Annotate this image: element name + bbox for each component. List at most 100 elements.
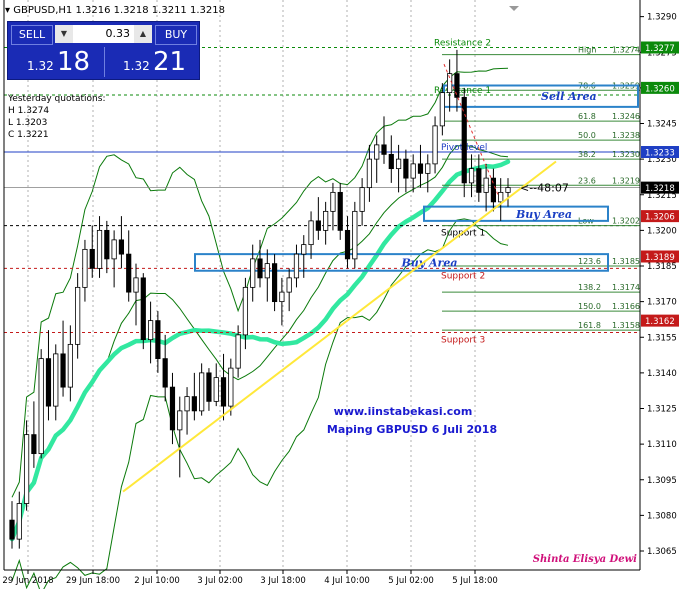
candle-body [147, 320, 154, 341]
fib-ratio-label: High [578, 46, 596, 55]
y-tick-label: 1.3140 [647, 369, 677, 379]
y-tick-label: 1.3170 [647, 298, 677, 308]
author-signature: Shinta Elisya Dewi [533, 554, 637, 565]
y-tick-label: 1.3185 [647, 262, 677, 272]
fib-price-label: 1.3158 [612, 321, 640, 330]
pivot-label: Resistance 2 [434, 39, 491, 49]
sell-button[interactable]: SELL [11, 25, 53, 45]
candle-body [220, 377, 227, 407]
buy-price[interactable]: 1.32 21 [104, 47, 199, 77]
candle-body [439, 92, 445, 127]
fib-ratio-label: 123.6 [578, 257, 601, 266]
watermark-title: Maping GBPUSD 6 Juli 2018 [327, 423, 497, 436]
candle-body [388, 153, 394, 170]
candle-body [468, 168, 475, 184]
candle-body [374, 144, 380, 160]
fib-ratio-label: 138.2 [578, 283, 601, 292]
candle-body [60, 353, 66, 388]
fib-price-label: 1.3202 [612, 217, 640, 226]
fib-ratio-label: 150.0 [578, 302, 601, 311]
candle-body [359, 187, 365, 212]
fib-ratio-label: 23.6 [578, 176, 596, 185]
fib-price-label: 1.3166 [612, 302, 640, 311]
candle-body [432, 125, 438, 165]
candle-body [381, 144, 387, 155]
candle-body [45, 358, 52, 407]
candle-body [395, 158, 402, 170]
candle-body [308, 220, 314, 246]
candle-body [206, 372, 212, 402]
candle-body [96, 229, 103, 269]
candle-body [264, 263, 270, 279]
price-tag-label: 1.3162 [645, 317, 675, 327]
x-tick-label: 3 Jul 18:00 [260, 576, 306, 586]
candle-body [213, 377, 219, 402]
candle-body [38, 358, 44, 455]
sell-price[interactable]: 1.32 18 [9, 47, 103, 77]
candle-body [352, 210, 358, 260]
candle-body [53, 353, 59, 407]
lot-decrease-icon[interactable]: ▼ [55, 25, 73, 43]
candle-body [271, 263, 278, 303]
candle-body [235, 334, 241, 369]
candle-body [490, 177, 497, 203]
candle-body [498, 191, 504, 203]
candle-body [242, 286, 249, 336]
candle-body [250, 258, 256, 288]
pivot-label: Support 2 [441, 271, 485, 281]
candle-body [104, 229, 110, 260]
candle-body [75, 286, 81, 345]
x-tick-label: 3 Jul 02:00 [197, 576, 243, 586]
candle-body [417, 163, 424, 174]
buy-price-pips: 21 [153, 47, 187, 77]
yesterday-close: C 1.3221 [8, 130, 49, 140]
fib-ratio-label: 61.8 [578, 112, 596, 121]
candle-body [67, 343, 73, 388]
x-tick-label: 5 Jul 18:00 [452, 576, 498, 586]
fib-ratio-label: 38.2 [578, 150, 596, 159]
candle-body [505, 187, 511, 193]
yesterday-low: L 1.3203 [8, 118, 48, 128]
candle-body [366, 158, 373, 189]
candle-body [9, 519, 15, 540]
fib-price-label: 1.3174 [612, 283, 640, 292]
x-tick-label: 2 Jul 10:00 [134, 576, 180, 586]
candle-body [82, 248, 88, 288]
x-tick-label: 29 Jun 18:00 [66, 576, 120, 586]
y-tick-label: 1.3290 [647, 13, 677, 23]
y-tick-label: 1.3110 [647, 440, 677, 450]
candle-body [89, 248, 95, 269]
fib-price-label: 1.3230 [612, 150, 640, 159]
candle-body [454, 73, 460, 98]
candle-body [330, 191, 336, 212]
x-tick-label: 4 Jul 10:00 [324, 576, 370, 586]
candle-body [425, 163, 431, 174]
lot-size-input[interactable]: 0.33 [73, 25, 134, 43]
watermark-site: www.iinstabekasi.com [334, 405, 473, 418]
yesterday-title: Yesterday quotations: [8, 94, 106, 104]
bar-countdown: <--48:07 [520, 182, 569, 195]
y-tick-label: 1.3095 [647, 476, 677, 486]
candle-body [476, 168, 482, 193]
candle-body [155, 320, 161, 360]
yesterday-high: H 1.3274 [8, 106, 50, 116]
lot-increase-icon[interactable]: ▲ [134, 25, 152, 43]
candle-body [111, 239, 117, 260]
candle-body [16, 503, 22, 540]
candle-body [191, 396, 197, 412]
candle-body [228, 367, 234, 407]
y-tick-label: 1.3200 [647, 226, 677, 236]
price-chart: High 1.327478.6 1.325961.8 1.324650.0 1.3238… [2, 0, 679, 589]
y-tick-label: 1.3125 [647, 405, 677, 415]
candle-body [293, 253, 300, 279]
sell-price-pips: 18 [57, 47, 91, 77]
zone-label: Buy Area [515, 208, 572, 221]
buy-button[interactable]: BUY [155, 25, 197, 45]
price-tag-label: 1.3218 [645, 184, 675, 194]
candle-body [118, 239, 125, 255]
fib-price-label: 1.3185 [612, 257, 640, 266]
candle-body [279, 291, 285, 303]
candle-body [184, 396, 190, 412]
price-tag-label: 1.3189 [645, 253, 675, 263]
symbol-header: ▾ GBPUSD,H1 1.3216 1.3218 1.3211 1.3218 [5, 5, 225, 16]
